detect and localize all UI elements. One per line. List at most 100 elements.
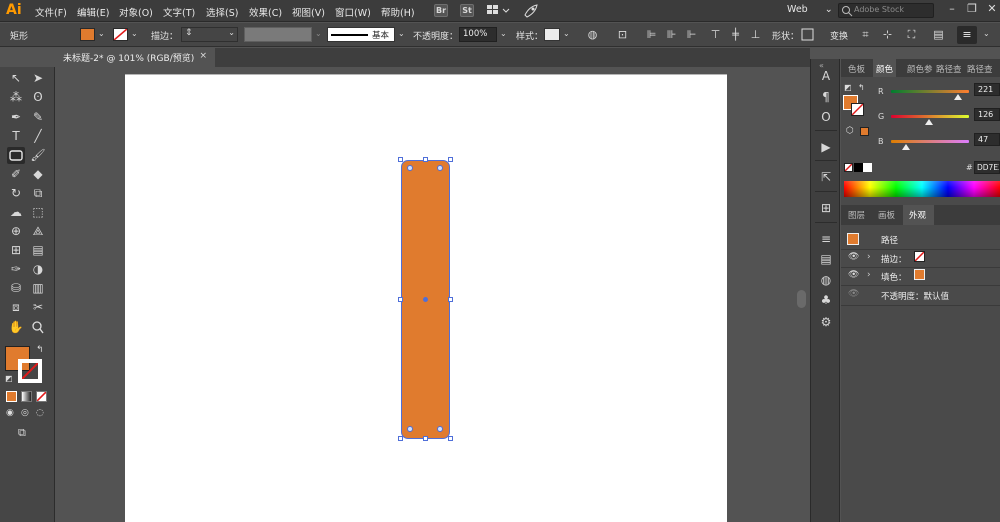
symbol-sprayer-tool[interactable]: ⛁ bbox=[7, 280, 25, 297]
restore-button[interactable]: ❐ bbox=[964, 2, 980, 15]
menu-help[interactable]: 帮助(H) bbox=[381, 5, 415, 19]
visibility-eye-icon[interactable]: 👁 bbox=[848, 252, 859, 262]
artboards-panel-button[interactable]: ⊞ bbox=[817, 199, 835, 217]
close-icon[interactable]: × bbox=[199, 51, 207, 61]
tab-pathfinder[interactable]: 路径查 bbox=[933, 59, 965, 77]
close-window-button[interactable]: ✕ bbox=[984, 2, 1000, 15]
blend-tool[interactable]: ◑ bbox=[29, 261, 47, 278]
chevron-down-icon[interactable]: ⌄ bbox=[228, 28, 235, 37]
tab-artboards[interactable]: 画板 bbox=[875, 205, 898, 225]
black-color-button[interactable] bbox=[854, 163, 863, 172]
live-corner-widget[interactable] bbox=[437, 426, 443, 432]
lasso-tool[interactable]: ʘ bbox=[29, 89, 47, 106]
graphic-style-swatch[interactable] bbox=[544, 28, 560, 41]
g-slider-track[interactable] bbox=[891, 115, 969, 118]
align-top-button[interactable]: ⊤ bbox=[708, 27, 723, 42]
perspective-grid-tool[interactable]: ⟁ bbox=[29, 223, 47, 240]
out-of-gamut-icon[interactable]: ⬡ bbox=[846, 126, 854, 136]
chevron-down-icon[interactable]: ⌄ bbox=[131, 29, 138, 38]
pen-tool[interactable]: ✒ bbox=[7, 109, 25, 126]
live-corner-widget[interactable] bbox=[437, 165, 443, 171]
stroke-row-swatch[interactable] bbox=[914, 251, 925, 262]
default-colors-icon[interactable]: ◩ bbox=[5, 374, 13, 383]
selection-tool[interactable]: ↖ bbox=[7, 70, 25, 87]
stroke-panel-button[interactable]: ≡ bbox=[817, 230, 835, 248]
gpu-performance-button[interactable] bbox=[522, 3, 540, 18]
bounding-handle[interactable] bbox=[398, 436, 403, 441]
tab-color[interactable]: 颜色 bbox=[873, 59, 897, 77]
brush-definition-field[interactable]: 基本 bbox=[327, 27, 395, 42]
align-right-button[interactable]: ⊩ bbox=[684, 27, 699, 42]
arrange-button[interactable]: ▤ bbox=[931, 27, 946, 42]
type-tool[interactable]: T bbox=[7, 128, 25, 145]
column-graph-tool[interactable]: ▥ bbox=[29, 280, 47, 297]
bounding-handle[interactable] bbox=[398, 297, 403, 302]
direct-selection-tool[interactable]: ➤ bbox=[29, 70, 47, 87]
opentype-panel-button[interactable]: O bbox=[817, 108, 835, 126]
tab-pathfinder-2[interactable]: 路径查 bbox=[964, 59, 996, 77]
bounding-handle[interactable] bbox=[448, 436, 453, 441]
paintbrush-tool[interactable]: 🖌 bbox=[29, 147, 47, 164]
shape-label[interactable]: 形状： bbox=[772, 29, 799, 42]
hex-value-input[interactable]: DD7E2F bbox=[974, 161, 1000, 174]
stepper-icon[interactable]: ⇕ bbox=[185, 28, 193, 38]
g-slider-thumb[interactable] bbox=[925, 119, 933, 125]
arrange-documents-button[interactable] bbox=[486, 4, 510, 17]
swap-fill-stroke-icon[interactable]: ↰ bbox=[36, 345, 44, 355]
default-colors-icon[interactable]: ◩ bbox=[844, 83, 852, 92]
menu-file[interactable]: 文件(F) bbox=[35, 5, 67, 19]
chevron-down-icon[interactable]: ⌄ bbox=[98, 29, 105, 38]
bounding-handle[interactable] bbox=[398, 157, 403, 162]
draw-normal-icon[interactable]: ◉ bbox=[6, 408, 14, 418]
tab-swatches[interactable]: 色板 bbox=[845, 59, 868, 77]
chevron-right-icon[interactable]: › bbox=[867, 270, 871, 280]
chevron-down-icon[interactable]: ⌄ bbox=[563, 29, 570, 38]
fill-row-swatch[interactable] bbox=[914, 269, 925, 280]
screen-mode-icon[interactable]: ⧉ bbox=[18, 426, 26, 440]
color-mode-button[interactable] bbox=[6, 391, 17, 402]
fill-row-label[interactable]: 填色： bbox=[881, 271, 907, 283]
character-panel-button[interactable]: A bbox=[817, 67, 835, 85]
gradient-mode-button[interactable] bbox=[21, 391, 32, 402]
line-tool[interactable]: ╱ bbox=[29, 128, 47, 145]
fill-swatch[interactable] bbox=[80, 28, 95, 41]
chevron-right-icon[interactable]: › bbox=[867, 252, 871, 262]
transform-each-button[interactable]: ⊹ bbox=[880, 27, 895, 42]
symbols-panel-button[interactable]: ♣ bbox=[817, 291, 835, 309]
document-tab[interactable]: 未标题-2* @ 101% (RGB/预览) × bbox=[55, 48, 215, 67]
b-value-input[interactable]: 47 bbox=[974, 133, 1000, 146]
control-bar-menu-button[interactable]: ≡ bbox=[957, 26, 977, 44]
tab-layers[interactable]: 图层 bbox=[845, 205, 868, 225]
shaper-tool[interactable]: ✐ bbox=[7, 166, 25, 183]
bounding-handle[interactable] bbox=[448, 297, 453, 302]
minimize-button[interactable]: – bbox=[944, 2, 960, 15]
workspace-switcher[interactable]: Web ⌄ bbox=[787, 4, 833, 15]
recolor-artwork-button[interactable]: ◍ bbox=[585, 27, 600, 42]
actions-panel-button[interactable]: ▶ bbox=[817, 138, 835, 156]
free-transform-tool[interactable]: ⬚ bbox=[29, 204, 47, 221]
paragraph-panel-button[interactable]: ¶ bbox=[817, 88, 835, 106]
menu-type[interactable]: 文字(T) bbox=[163, 5, 195, 19]
isolate-group-button[interactable]: ⛶ bbox=[904, 27, 919, 42]
mesh-tool[interactable]: ⊞ bbox=[7, 242, 25, 259]
eyedropper-tool[interactable]: ✑ bbox=[7, 261, 25, 278]
bounding-handle[interactable] bbox=[448, 157, 453, 162]
bridge-button[interactable]: Br bbox=[434, 4, 448, 17]
chevron-down-icon[interactable]: ⌄ bbox=[983, 29, 990, 38]
align-left-button[interactable]: ⊫ bbox=[644, 27, 659, 42]
warp-tool[interactable]: ☁ bbox=[7, 204, 25, 221]
chevron-down-icon[interactable]: ⌄ bbox=[315, 29, 322, 38]
graphic-styles-panel-button[interactable]: ⚙ bbox=[817, 313, 835, 331]
white-color-button[interactable] bbox=[863, 163, 872, 172]
visibility-eye-icon[interactable]: 👁 bbox=[848, 289, 859, 299]
gradient-tool[interactable]: ▤ bbox=[29, 242, 47, 259]
r-slider-thumb[interactable] bbox=[954, 94, 962, 100]
scale-tool[interactable]: ⧉ bbox=[29, 185, 47, 202]
draw-behind-icon[interactable]: ◎ bbox=[21, 408, 29, 418]
tab-appearance[interactable]: 外观 bbox=[903, 205, 935, 225]
swap-fill-stroke-icon[interactable]: ↰ bbox=[858, 83, 865, 92]
artboard-tool[interactable]: ⧈ bbox=[7, 299, 25, 316]
chevron-down-icon[interactable]: ⌄ bbox=[398, 29, 405, 38]
menu-edit[interactable]: 编辑(E) bbox=[77, 5, 109, 19]
shape-builder-tool[interactable]: ⊕ bbox=[7, 223, 25, 240]
